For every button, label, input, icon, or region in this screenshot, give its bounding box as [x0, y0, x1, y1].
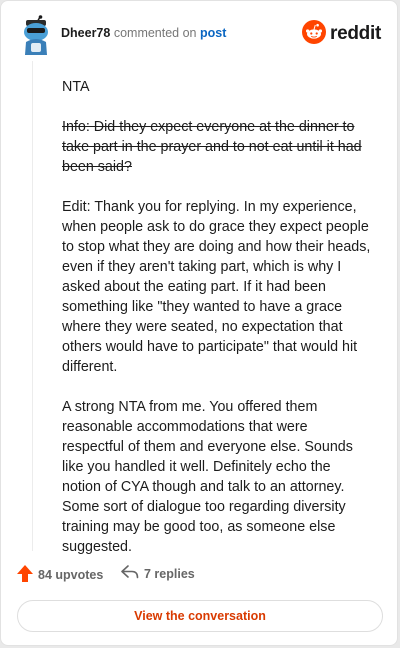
view-conversation-button[interactable]: View the conversation [17, 600, 383, 632]
reddit-logo-icon [302, 19, 327, 49]
comment-paragraph: NTA [62, 79, 90, 95]
upvotes-stat[interactable]: 84 upvotes [17, 565, 103, 585]
comment-meta: Dheer78 commented on post [61, 26, 226, 40]
brand-wordmark: reddit [330, 23, 381, 44]
post-link[interactable]: post [200, 26, 226, 40]
comment-paragraph: A strong NTA from me. You offered them r… [62, 399, 353, 555]
upvote-arrow-icon [17, 565, 38, 585]
replies-stat[interactable]: 7 replies [121, 565, 195, 582]
comment-body: NTA Info: Did they expect everyone at th… [62, 77, 372, 577]
thread-line [32, 61, 33, 551]
comment-header: Dheer78 commented on post reddit [15, 15, 383, 55]
avatar[interactable] [19, 15, 53, 55]
comment-card: Dheer78 commented on post reddit NTA Inf… [0, 0, 398, 646]
comment-paragraph: Edit: Thank you for replying. In my expe… [62, 199, 371, 375]
action-text: commented on [113, 26, 197, 40]
upvotes-label: 84 upvotes [38, 568, 104, 582]
reddit-brand[interactable]: reddit [302, 19, 381, 49]
reply-arrow-icon [121, 565, 144, 582]
username-link[interactable]: Dheer78 [61, 26, 110, 40]
comment-footer: 84 upvotes 7 replies [17, 565, 381, 587]
replies-label: 7 replies [144, 566, 195, 581]
comment-paragraph-struck: Info: Did they expect everyone at the di… [62, 119, 362, 175]
